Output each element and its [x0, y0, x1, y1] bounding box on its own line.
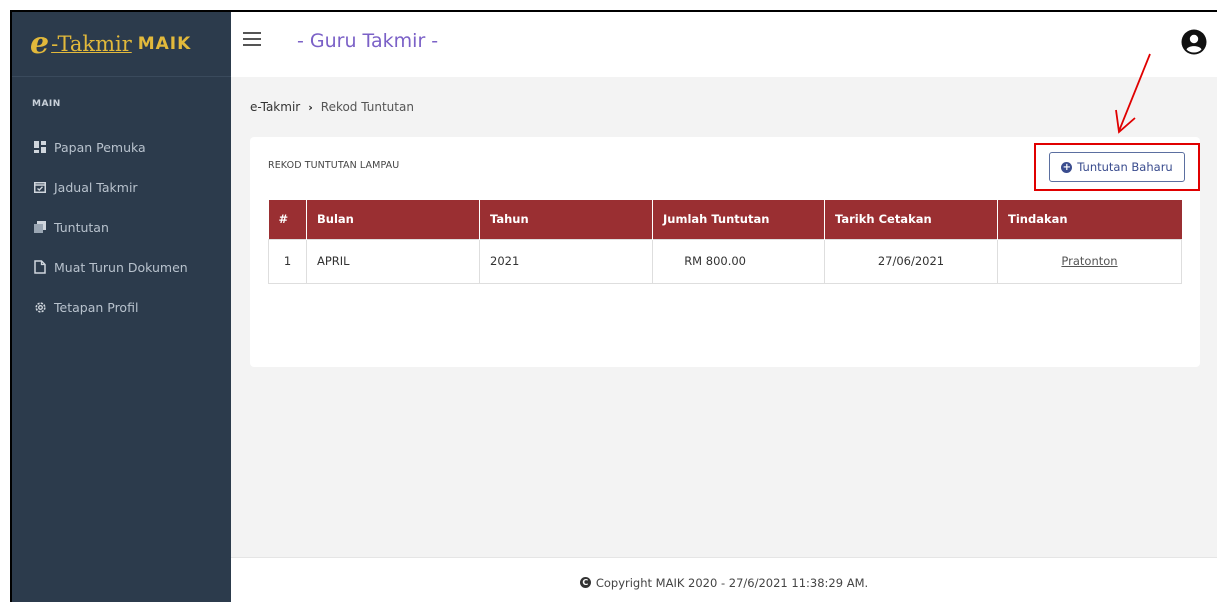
- sidebar-item-label: Tetapan Profil: [54, 299, 139, 315]
- breadcrumb: e-Takmir › Rekod Tuntutan: [250, 100, 414, 114]
- sidebar-item-label: Tuntutan: [54, 219, 109, 235]
- col-header-bulan: Bulan: [306, 200, 480, 239]
- cell-bulan: APRIL: [306, 238, 480, 284]
- sidebar-item-label: Jadual Takmir: [54, 179, 138, 195]
- page-title: - Guru Takmir -: [297, 30, 439, 52]
- documents-icon: [32, 221, 48, 233]
- sidebar-item-tuntutan[interactable]: Tuntutan: [12, 207, 231, 247]
- plus-circle-icon: +: [1061, 161, 1073, 173]
- col-header-tahun: Tahun: [479, 200, 653, 239]
- topbar: - Guru Takmir -: [231, 12, 1217, 77]
- cell-tarikh: 27/06/2021: [824, 238, 998, 284]
- sidebar-item-jadual-takmir[interactable]: Jadual Takmir: [12, 167, 231, 207]
- chevron-right-icon: ›: [308, 100, 313, 114]
- user-avatar-icon[interactable]: [1181, 29, 1207, 55]
- cell-jumlah: RM 800.00: [652, 238, 825, 284]
- claims-card: REKOD TUNTUTAN LAMPAU + Tuntutan Baharu …: [250, 137, 1200, 367]
- col-header-tarikh: Tarikh Cetakan: [824, 200, 998, 239]
- col-header-number: #: [268, 200, 307, 239]
- annotation-arrow-icon: [1115, 53, 1151, 134]
- col-header-jumlah: Jumlah Tuntutan: [652, 200, 825, 239]
- hamburger-menu-icon[interactable]: [243, 32, 261, 48]
- breadcrumb-current: Rekod Tuntutan: [320, 100, 414, 114]
- new-claim-button[interactable]: + Tuntutan Baharu: [1049, 152, 1185, 182]
- table-header-row: # Bulan Tahun Jumlah Tuntutan Tarikh Cet…: [268, 200, 1182, 239]
- brand-takmir: -Takmir: [51, 32, 132, 56]
- brand-logo[interactable]: e -Takmir MAIK: [12, 12, 231, 77]
- app-frame: e -Takmir MAIK MAIN Papan Pemuka Jadual …: [10, 10, 1217, 602]
- table-row: 1 APRIL 2021 RM 800.00 27/06/2021 Praton…: [268, 238, 1182, 284]
- copyright-icon: C: [579, 577, 591, 588]
- sidebar: e -Takmir MAIK MAIN Papan Pemuka Jadual …: [12, 12, 231, 602]
- footer: C Copyright MAIK 2020 - 27/6/2021 11:38:…: [231, 557, 1217, 602]
- cell-tindakan: Pratonton: [997, 238, 1182, 284]
- footer-text: Copyright MAIK 2020 - 27/6/2021 11:38:29…: [595, 575, 869, 590]
- dashboard-icon: [32, 141, 48, 153]
- sidebar-item-label: Muat Turun Dokumen: [54, 259, 188, 275]
- sidebar-item-muat-turun-dokumen[interactable]: Muat Turun Dokumen: [12, 247, 231, 287]
- breadcrumb-root[interactable]: e-Takmir: [250, 100, 300, 114]
- claims-table: # Bulan Tahun Jumlah Tuntutan Tarikh Cet…: [268, 200, 1182, 284]
- brand-e: e: [30, 26, 50, 61]
- sidebar-item-label: Papan Pemuka: [54, 139, 146, 155]
- sidebar-heading: MAIN: [32, 99, 61, 109]
- sidebar-item-papan-pemuka[interactable]: Papan Pemuka: [12, 127, 231, 167]
- brand-maik: MAIK: [137, 34, 192, 54]
- new-claim-label: Tuntutan Baharu: [1077, 160, 1173, 174]
- sidebar-item-tetapan-profil[interactable]: Tetapan Profil: [12, 287, 231, 327]
- preview-link[interactable]: Pratonton: [1061, 254, 1117, 268]
- calendar-check-icon: [32, 181, 48, 193]
- gear-icon: [32, 301, 48, 314]
- cell-number: 1: [268, 238, 307, 284]
- col-header-tindakan: Tindakan: [997, 200, 1182, 239]
- card-title: REKOD TUNTUTAN LAMPAU: [268, 160, 400, 171]
- file-icon: [32, 260, 48, 274]
- cell-tahun: 2021: [479, 238, 653, 284]
